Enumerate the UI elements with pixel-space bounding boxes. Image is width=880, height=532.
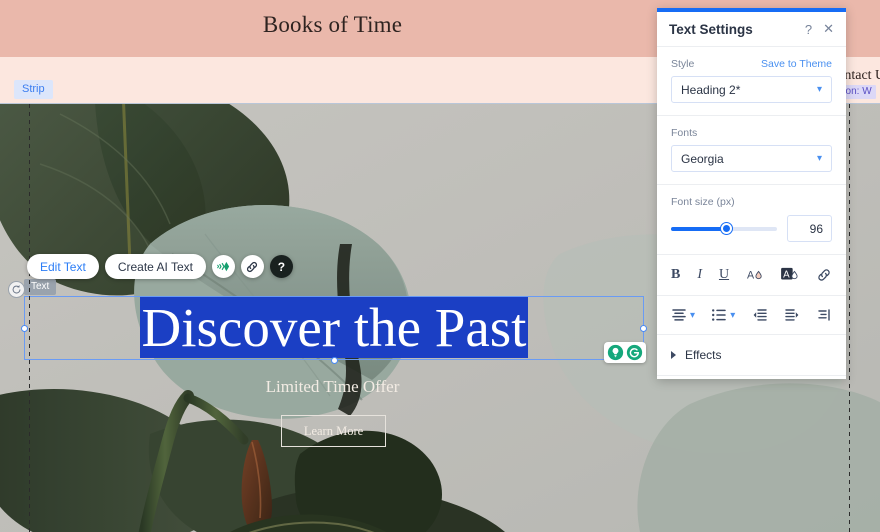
text-direction-icon[interactable] — [816, 308, 832, 322]
chevron-down-icon: ▾ — [816, 84, 822, 95]
chevron-down-icon: ▾ — [816, 153, 822, 164]
paragraph-format-toolbar: ▾ ▾ — [657, 296, 846, 335]
editor-canvas: Books of Time Contact Us ection: W Strip — [0, 0, 880, 532]
help-button[interactable]: ? — [269, 255, 293, 278]
text-align-icon[interactable]: ▾ — [671, 308, 695, 322]
panel-title: Text Settings — [669, 21, 753, 37]
svg-text:A: A — [783, 270, 790, 281]
create-ai-text-button[interactable]: Create AI Text — [104, 254, 206, 279]
lightbulb-icon[interactable] — [607, 344, 624, 361]
hero-learn-more-button[interactable]: Learn More — [281, 415, 386, 447]
edit-text-button[interactable]: Edit Text — [27, 254, 99, 279]
section-outline-right — [849, 104, 850, 532]
style-select-value: Heading 2* — [681, 82, 741, 97]
chevron-down-icon: ▾ — [730, 309, 736, 321]
font-size-label: Font size (px) — [671, 196, 735, 208]
slider-thumb[interactable] — [721, 222, 733, 234]
style-select[interactable]: Heading 2* ▾ — [671, 76, 832, 103]
triangle-right-icon — [671, 351, 676, 359]
link-button[interactable] — [240, 255, 264, 278]
decrease-indent-icon[interactable] — [752, 308, 768, 322]
character-format-toolbar: B I U A A — [657, 255, 846, 296]
font-size-section: Font size (px) 96 — [657, 185, 846, 255]
bold-icon[interactable]: B — [671, 267, 680, 283]
style-label: Style — [671, 58, 695, 70]
hero-headline-text[interactable]: Discover the Past — [24, 296, 644, 360]
character-line-spacing-accordion[interactable]: Character & line spacing — [657, 376, 846, 379]
underline-icon[interactable]: U — [719, 267, 729, 283]
effects-label: Effects — [685, 348, 722, 362]
style-section: Style Save to Theme Heading 2* ▾ — [657, 47, 846, 116]
resize-handle-left[interactable] — [21, 325, 28, 332]
panel-close-icon[interactable]: ✕ — [823, 21, 834, 37]
link-icon — [247, 261, 258, 272]
font-select[interactable]: Georgia ▾ — [671, 145, 832, 172]
link-icon[interactable] — [816, 267, 832, 283]
bulleted-list-icon[interactable]: ▾ — [711, 308, 735, 322]
hero-subtitle: Limited Time Offer — [265, 377, 400, 396]
rotate-icon — [12, 285, 21, 294]
element-floating-toolbar: Edit Text Create AI Text ? — [27, 254, 293, 279]
resize-handle-right[interactable] — [640, 325, 647, 332]
italic-icon[interactable]: I — [697, 267, 702, 283]
grammarly-icon[interactable] — [626, 344, 643, 361]
site-title: Books of Time — [262, 12, 403, 37]
save-to-theme-link[interactable]: Save to Theme — [761, 58, 832, 70]
font-select-value: Georgia — [681, 151, 724, 166]
strip-badge[interactable]: Strip — [14, 80, 53, 99]
resize-handle-bottom[interactable] — [331, 357, 338, 364]
svg-text:A: A — [747, 270, 755, 282]
help-icon: ? — [277, 259, 286, 274]
rotate-handle[interactable] — [8, 281, 25, 298]
panel-header: Text Settings ? ✕ — [657, 12, 846, 47]
chevron-down-icon: ▾ — [690, 309, 696, 321]
assist-icon-group — [604, 342, 646, 363]
highlight-color-icon[interactable]: A — [781, 267, 799, 283]
panel-help-icon[interactable]: ? — [805, 22, 812, 37]
effects-accordion[interactable]: Effects — [657, 335, 846, 376]
animation-button[interactable] — [211, 255, 235, 278]
hero-headline-element[interactable]: Text Discover the Past — [21, 279, 647, 364]
text-settings-panel: Text Settings ? ✕ Style Save to Theme He… — [657, 8, 846, 379]
animation-icon — [217, 261, 230, 272]
slider-fill — [671, 226, 727, 231]
fonts-section: Fonts Georgia ▾ — [657, 116, 846, 185]
fonts-label: Fonts — [671, 127, 698, 139]
increase-indent-icon[interactable] — [784, 308, 800, 322]
font-size-input[interactable]: 96 — [787, 215, 832, 242]
font-size-slider[interactable] — [671, 222, 777, 236]
text-color-icon[interactable]: A — [746, 267, 764, 283]
hero-headline-value: Discover the Past — [139, 297, 529, 358]
section-outline-left — [29, 104, 30, 532]
